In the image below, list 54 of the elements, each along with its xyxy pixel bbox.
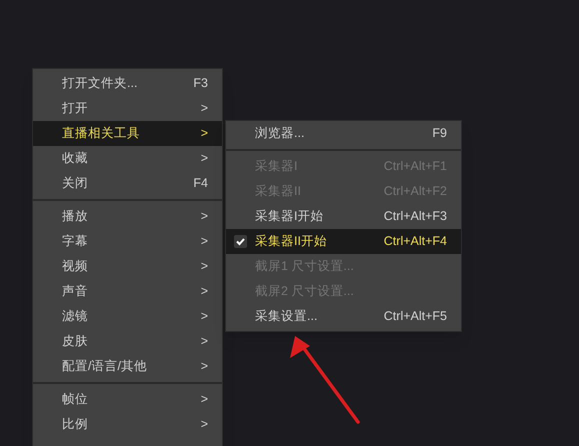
menu-item-label: 声音 (62, 283, 89, 300)
menu-item-label: 采集器II开始 (255, 233, 328, 250)
menu-item-label: 字幕 (62, 233, 89, 250)
menu-item[interactable]: 打开文件夹... F3 (33, 71, 222, 96)
menu-item[interactable]: 比例 > (33, 412, 222, 437)
menu-item-label: 皮肤 (62, 333, 89, 350)
menu-item-shortcut: > (200, 416, 209, 434)
menu-item-shortcut: F4 (193, 175, 209, 192)
menu-item[interactable]: 浏览器... F9 (226, 121, 461, 146)
menu-item[interactable]: 字幕 > (33, 229, 222, 254)
menu-item-shortcut: > (200, 333, 209, 350)
menu-item[interactable]: 皮肤 > (33, 329, 222, 354)
menu-item-shortcut: > (200, 258, 209, 276)
menu-item[interactable]: 直播相关工具 > (33, 121, 222, 146)
menu-item-label: 采集器I开始 (255, 208, 324, 226)
menu-item-label: 浏览器... (255, 125, 306, 142)
menu-item[interactable]: 声音 > (33, 279, 222, 304)
menu-item-shortcut: > (200, 125, 209, 142)
menu-item[interactable]: 关闭 F4 (33, 171, 222, 196)
menu-item[interactable]: 配置/语言/其他 > (33, 354, 222, 379)
menu-item[interactable]: 帧位 > (33, 387, 222, 412)
menu-item-label: 配置/语言/其他 (62, 358, 148, 376)
menu-item[interactable]: 视频 > (33, 254, 222, 279)
menu-item-label: 打开文件夹... (62, 75, 138, 92)
menu-item-shortcut: F3 (193, 75, 209, 92)
menu-item-label: 打开 (62, 100, 89, 118)
menu-item[interactable]: 采集器II开始 Ctrl+Alt+F4 (226, 229, 461, 254)
menu-item-label: 关闭 (62, 175, 89, 192)
menu-item-label: 采集设置... (255, 308, 318, 326)
menu-item-shortcut: > (200, 233, 209, 250)
menu-item-shortcut: Ctrl+Alt+F5 (384, 308, 448, 326)
menu-item-shortcut: > (200, 208, 209, 226)
menu-item-label: 比例 (62, 416, 89, 434)
menu-item-shortcut: > (200, 283, 209, 300)
menu-item-shortcut: > (200, 150, 209, 168)
menu-item-label: 视频 (62, 258, 89, 276)
menu-item[interactable]: 采集器I开始 Ctrl+Alt+F3 (226, 204, 461, 229)
menu-item-shortcut: > (200, 100, 209, 118)
menu-item-shortcut: > (200, 358, 209, 376)
menu-item[interactable]: 播放 > (33, 204, 222, 229)
menu-item-label: 收藏 (62, 150, 89, 168)
menu-item-shortcut: > (200, 308, 209, 326)
menu-item[interactable]: 打开 > (33, 96, 222, 121)
menu-item-label: 直播相关工具 (62, 125, 141, 142)
menu-item-shortcut: Ctrl+Alt+F4 (384, 233, 448, 250)
menu-item-label: 滤镜 (62, 308, 89, 326)
menu-item-shortcut: Ctrl+Alt+F3 (384, 208, 448, 226)
menu-item-shortcut: > (200, 391, 209, 408)
menu-item[interactable]: 滤镜 > (33, 304, 222, 329)
menu-item[interactable]: 收藏 > (33, 146, 222, 171)
menu-item-shortcut: F9 (432, 125, 448, 142)
menu-item-label: 播放 (62, 208, 89, 226)
menu-item-label: 帧位 (62, 391, 89, 408)
menu-item[interactable]: 采集设置... Ctrl+Alt+F5 (226, 304, 461, 329)
